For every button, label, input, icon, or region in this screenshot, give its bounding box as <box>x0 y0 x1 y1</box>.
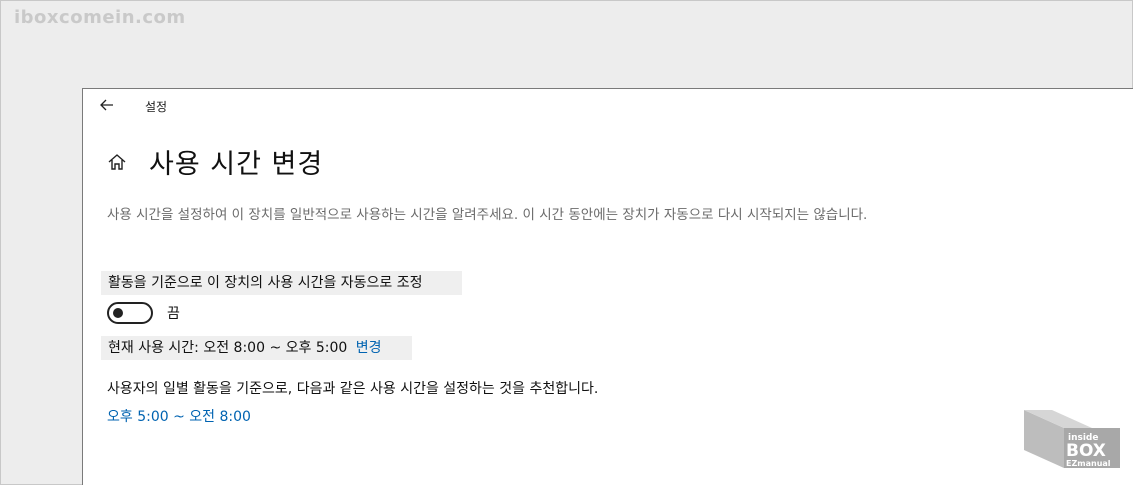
logo-text-ezmanual: EZmanual <box>1066 459 1111 468</box>
window-title: 설정 <box>145 100 168 114</box>
insidebox-logo: inside BOX EZmanual <box>1024 410 1120 468</box>
recommended-hours-link[interactable]: 오후 5:00 ~ 오전 8:00 <box>107 406 251 426</box>
settings-window: 설정 사용 시간 변경 사용 시간을 설정하여 이 장치를 일반적으로 사용하는… <box>82 88 1133 485</box>
auto-adjust-label: 활동을 기준으로 이 장치의 사용 시간을 자동으로 조정 <box>101 271 462 295</box>
logo-text-box: BOX <box>1066 441 1106 461</box>
home-icon[interactable] <box>107 152 127 172</box>
current-active-hours: 현재 사용 시간: 오전 8:00 ~ 오후 5:00 변경 <box>101 336 412 360</box>
title-bar: 설정 <box>83 89 1133 121</box>
toggle-state-label: 끔 <box>167 306 180 322</box>
watermark: iboxcomein.com <box>14 7 186 28</box>
page-title: 사용 시간 변경 <box>149 149 324 180</box>
current-hours-text: 현재 사용 시간: 오전 8:00 ~ 오후 5:00 <box>108 340 348 356</box>
back-arrow-icon <box>100 99 113 111</box>
auto-adjust-toggle[interactable] <box>107 302 153 324</box>
recommendation-text: 사용자의 일별 활동을 기준으로, 다음과 같은 사용 시간을 설정하는 것을 … <box>107 381 599 397</box>
auto-adjust-toggle-row: 끔 <box>107 302 180 324</box>
page-description: 사용 시간을 설정하여 이 장치를 일반적으로 사용하는 시간을 알려주세요. … <box>107 207 868 223</box>
toggle-knob <box>113 308 123 318</box>
back-button[interactable] <box>97 96 117 114</box>
change-hours-link[interactable]: 변경 <box>356 340 382 356</box>
